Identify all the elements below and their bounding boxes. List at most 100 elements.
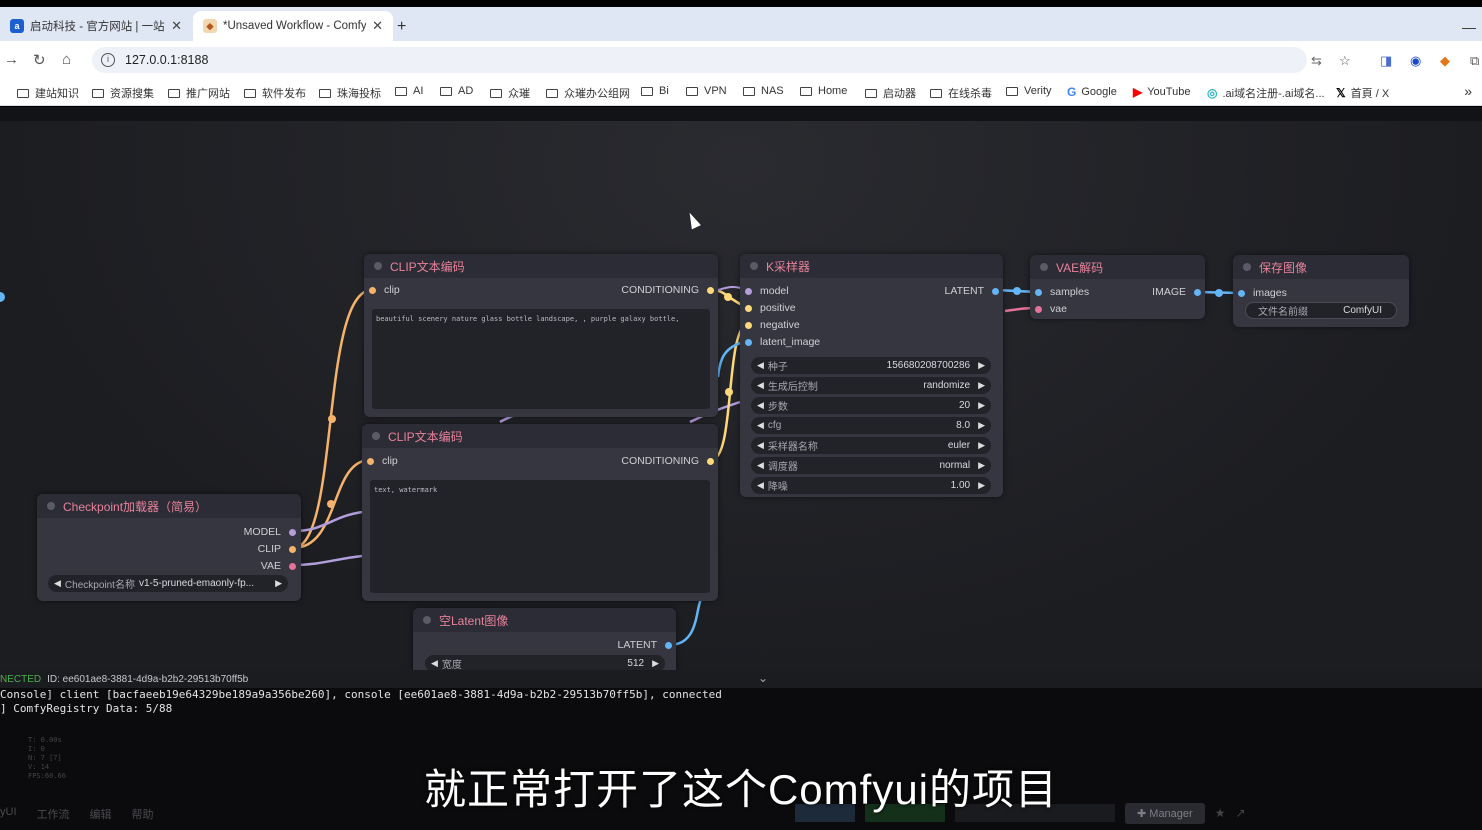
bookmark-folder[interactable]: 推广网站 <box>168 85 230 101</box>
arrow-left-icon[interactable]: ◀ <box>54 578 61 589</box>
output-latent[interactable]: LATENT <box>945 285 999 297</box>
output-latent[interactable]: LATENT <box>618 639 672 651</box>
node-ksampler[interactable]: K采样器 model positive negative latent_imag… <box>740 254 1003 497</box>
close-icon[interactable]: ✕ <box>171 18 182 34</box>
input-negative[interactable]: negative <box>745 319 800 331</box>
output-pin[interactable] <box>992 287 999 295</box>
bookmark-folder[interactable]: AD <box>440 85 473 97</box>
node-checkpoint-loader[interactable]: Checkpoint加载器（简易） MODEL CLIP VAE ◀ Check… <box>37 494 301 601</box>
arrow-left-icon[interactable]: ◀ <box>757 460 764 471</box>
extension-circle-icon[interactable]: ◉ <box>1410 53 1421 69</box>
output-image[interactable]: IMAGE <box>1152 286 1201 298</box>
node-vae-decode[interactable]: VAE解码 samples vae IMAGE <box>1030 255 1205 319</box>
sampler-name-widget[interactable]: ◀ 采样器名称 euler ▶ <box>751 437 991 454</box>
output-model[interactable]: MODEL <box>244 526 296 538</box>
bookmark-folder[interactable]: VPN <box>686 85 727 97</box>
output-pin[interactable] <box>707 457 714 465</box>
tab-qidong[interactable]: a 启动科技 - 官方网站 | 一站式AI ✕ <box>0 11 192 41</box>
arrow-right-icon[interactable]: ▶ <box>978 400 985 411</box>
filename-prefix-widget[interactable]: 文件名前缀 ComfyUI <box>1245 302 1397 319</box>
input-positive[interactable]: positive <box>745 302 796 314</box>
input-pin[interactable] <box>367 457 374 465</box>
bookmark-folder[interactable]: 众璀 <box>490 85 530 101</box>
bookmark-folder[interactable]: 在线杀毒 <box>930 85 992 101</box>
forward-icon[interactable]: → <box>4 51 19 68</box>
extension-translate-icon[interactable]: ◨ <box>1380 53 1392 69</box>
bookmark-folder[interactable]: 众璀办公组网 <box>546 85 630 101</box>
arrow-left-icon[interactable]: ◀ <box>757 440 764 451</box>
output-pin[interactable] <box>289 545 296 553</box>
input-pin[interactable] <box>1035 305 1042 313</box>
collapse-dot[interactable] <box>423 616 431 624</box>
collapse-dot[interactable] <box>47 502 55 510</box>
input-pin[interactable] <box>1035 288 1042 296</box>
output-pin[interactable] <box>707 286 714 294</box>
input-vae[interactable]: vae <box>1035 303 1067 315</box>
bookmark-folder[interactable]: Verity <box>1006 85 1052 97</box>
scheduler-widget[interactable]: ◀ 调度器 normal ▶ <box>751 457 991 474</box>
bookmark-folder[interactable]: 软件发布 <box>244 85 306 101</box>
arrow-right-icon[interactable]: ▶ <box>652 658 659 669</box>
output-pin[interactable] <box>1194 288 1201 296</box>
input-pin[interactable] <box>745 287 752 295</box>
arrow-left-icon[interactable]: ◀ <box>757 480 764 491</box>
cfg-widget[interactable]: ◀ cfg 8.0 ▶ <box>751 417 991 434</box>
ckpt-name-widget[interactable]: ◀ Checkpoint名称 v1-5-pruned-emaonly-fp...… <box>48 575 288 592</box>
output-conditioning[interactable]: CONDITIONING <box>621 284 714 296</box>
bookmark-folder[interactable]: Home <box>800 85 847 97</box>
arrow-left-icon[interactable]: ◀ <box>431 658 438 669</box>
prompt-textarea[interactable]: beautiful scenery nature glass bottle la… <box>372 309 710 409</box>
bookmark-folder[interactable]: 珠海投标 <box>319 85 381 101</box>
control-after-generate-widget[interactable]: ◀ 生成后控制 randomize ▶ <box>751 377 991 394</box>
collapse-dot[interactable] <box>750 262 758 270</box>
input-latent-image[interactable]: latent_image <box>745 336 820 348</box>
input-pin[interactable] <box>745 304 752 312</box>
output-pin[interactable] <box>665 641 672 649</box>
arrow-left-icon[interactable]: ◀ <box>757 420 764 431</box>
input-pin[interactable] <box>745 338 752 346</box>
input-clip[interactable]: clip <box>369 284 400 296</box>
arrow-left-icon[interactable]: ◀ <box>757 400 764 411</box>
bookmark-folder[interactable]: AI <box>395 85 423 97</box>
output-conditioning[interactable]: CONDITIONING <box>621 455 714 467</box>
bookmark-google[interactable]: G Google <box>1067 85 1117 99</box>
bookmark-folder[interactable]: Bi <box>641 85 669 97</box>
arrow-right-icon[interactable]: ▶ <box>978 380 985 391</box>
steps-widget[interactable]: ◀ 步数 20 ▶ <box>751 397 991 414</box>
output-clip[interactable]: CLIP <box>258 543 296 555</box>
bookmark-folder[interactable]: 启动器 <box>865 85 916 101</box>
prompt-textarea[interactable]: text, watermark <box>370 480 710 593</box>
collapse-dot[interactable] <box>372 432 380 440</box>
close-icon[interactable]: ✕ <box>372 18 383 34</box>
arrow-right-icon[interactable]: ▶ <box>275 578 282 589</box>
bookmark-folder[interactable]: 建站知识 <box>17 85 79 101</box>
minimize-icon[interactable]: — <box>1462 19 1476 35</box>
site-info-icon[interactable]: i <box>101 53 115 67</box>
node-clip-text-negative[interactable]: CLIP文本编码 clip CONDITIONING text, waterma… <box>362 424 718 601</box>
node-clip-text-positive[interactable]: CLIP文本编码 clip CONDITIONING beautiful sce… <box>364 254 718 417</box>
extensions-icon[interactable]: ⧉ <box>1470 53 1479 69</box>
input-model[interactable]: model <box>745 285 789 297</box>
collapse-dot[interactable] <box>1040 263 1048 271</box>
home-icon[interactable]: ⌂ <box>62 51 71 68</box>
arrow-left-icon[interactable]: ◀ <box>757 380 764 391</box>
url-field[interactable]: i 127.0.0.1:8188 <box>92 47 1307 73</box>
width-widget[interactable]: ◀ 宽度 512 ▶ <box>425 655 665 670</box>
reload-icon[interactable]: ↻ <box>33 51 46 69</box>
bookmark-youtube[interactable]: ▶ YouTube <box>1133 85 1190 99</box>
input-pin[interactable] <box>369 286 376 294</box>
seed-widget[interactable]: ◀ 种子 156680208700286 ▶ <box>751 357 991 374</box>
star-icon[interactable]: ☆ <box>1339 53 1351 69</box>
arrow-right-icon[interactable]: ▶ <box>978 360 985 371</box>
node-save-image[interactable]: 保存图像 images 文件名前缀 ComfyUI <box>1233 255 1409 327</box>
bookmark-folder[interactable]: NAS <box>743 85 784 97</box>
arrow-right-icon[interactable]: ▶ <box>978 420 985 431</box>
workflow-canvas[interactable]: CLIP文本编码 clip CONDITIONING beautiful sce… <box>0 107 1482 670</box>
chevron-right-icon[interactable]: » <box>1464 83 1472 99</box>
new-tab-icon[interactable]: + <box>397 18 406 36</box>
bookmark-folder[interactable]: 资源搜集 <box>92 85 154 101</box>
collapse-dot[interactable] <box>374 262 382 270</box>
bookmark-ai-domain[interactable]: ◎ .ai域名注册-.ai域名... <box>1207 85 1325 101</box>
bookmark-x[interactable]: 𝕏 首頁 / X <box>1336 85 1389 101</box>
translate-icon[interactable]: ⇆ <box>1311 53 1322 69</box>
